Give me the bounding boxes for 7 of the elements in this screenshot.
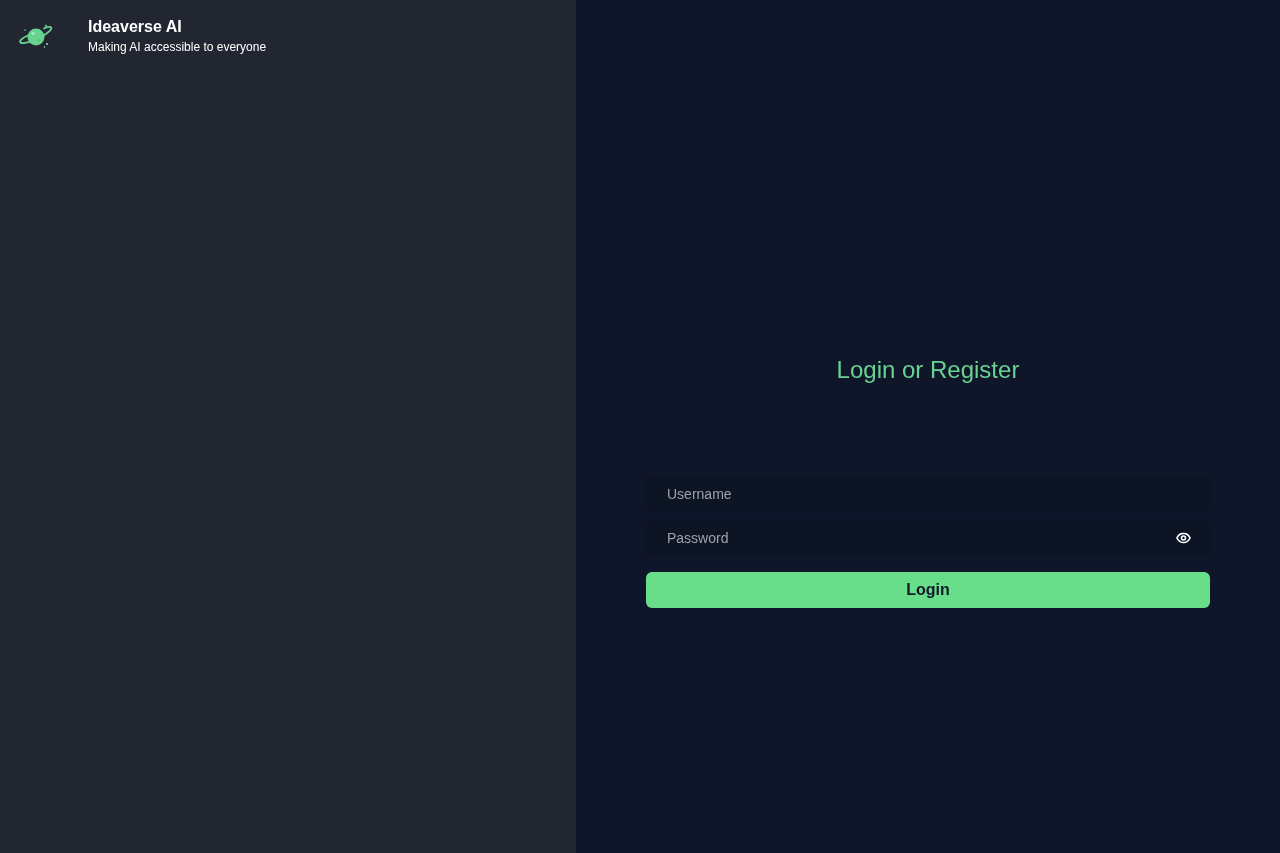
- password-field[interactable]: Password: [646, 520, 1210, 556]
- login-heading: Login or Register: [836, 355, 1020, 385]
- username-field[interactable]: Username: [646, 476, 1210, 512]
- app-tagline: Making AI accessible to everyone: [88, 39, 267, 55]
- app-title: Ideaverse AI: [88, 17, 183, 37]
- login-button[interactable]: Login: [646, 572, 1210, 608]
- show-password-icon[interactable]: [1176, 532, 1191, 544]
